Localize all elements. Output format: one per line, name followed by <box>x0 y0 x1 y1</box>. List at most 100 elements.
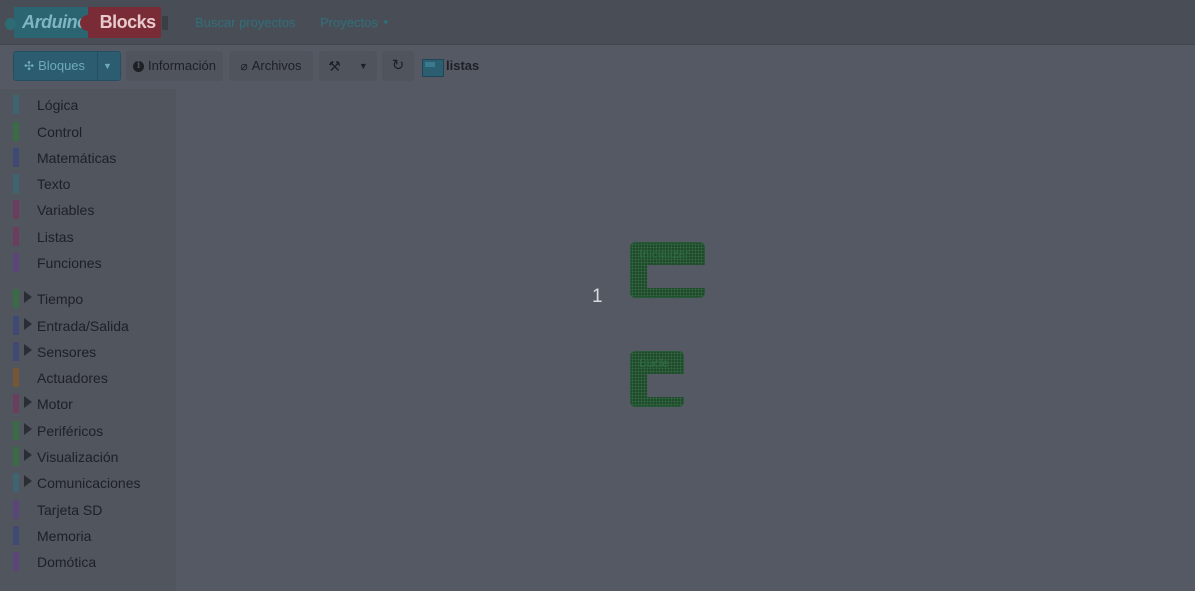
category-color-bar <box>13 342 19 361</box>
info-button[interactable]: i Información <box>126 51 223 81</box>
loop-block[interactable]: Bucle <box>630 351 686 407</box>
category-label: Listas <box>37 229 74 245</box>
puzzle-icon: ✣ <box>24 59 35 73</box>
blocks-button[interactable]: ✣ Bloques ▼ <box>13 51 121 81</box>
setup-block-label: Inicializar <box>639 247 690 261</box>
expand-arrow-icon[interactable] <box>24 344 32 356</box>
sidebar-category-15[interactable]: Comunicaciones <box>0 472 176 492</box>
sidebar-category-17[interactable]: Memoria <box>0 525 176 545</box>
category-label: Actuadores <box>37 370 108 386</box>
category-label: Control <box>37 124 83 140</box>
category-color-bar <box>13 95 19 114</box>
category-color-bar <box>13 447 19 466</box>
sidebar-category-11[interactable]: Actuadores <box>0 367 176 387</box>
project-thumbnail <box>422 59 444 77</box>
category-label: Sensores <box>37 344 97 360</box>
category-color-bar <box>13 473 19 492</box>
sidebar-category-9[interactable]: Entrada/Salida <box>0 315 176 335</box>
category-color-bar <box>13 253 19 272</box>
blocks-button-main[interactable]: ✣ Bloques <box>14 52 85 80</box>
sidebar-category-2[interactable]: Control <box>0 121 176 141</box>
sidebar-category-13[interactable]: Periféricos <box>0 420 176 440</box>
sidebar-category-18[interactable]: Domótica <box>0 551 176 571</box>
category-label: Comunicaciones <box>37 475 141 491</box>
logo-text-left: Arduino <box>14 7 88 38</box>
expand-arrow-icon[interactable] <box>24 291 32 303</box>
blocks-dropdown-caret-icon[interactable]: ▼ <box>103 52 112 80</box>
category-color-bar <box>13 122 19 141</box>
sidebar-category-4[interactable]: Texto <box>0 173 176 193</box>
project-info[interactable]: listas <box>422 52 522 78</box>
sidebar-category-12[interactable]: Motor <box>0 393 176 413</box>
nav-search-projects[interactable]: Buscar proyectos <box>195 15 295 30</box>
sidebar-category-8[interactable]: Tiempo <box>0 288 176 308</box>
blocks-workspace[interactable] <box>176 89 1195 591</box>
toolbar: ✣ Bloques ▼ i Información ⌀ Archivos ⚒ ▼… <box>0 45 1195 85</box>
sidebar-category-6[interactable]: Listas <box>0 226 176 246</box>
sidebar-category-3[interactable]: Matemáticas <box>0 147 176 167</box>
sidebar-category-5[interactable]: Variables <box>0 199 176 219</box>
app-logo[interactable]: Arduino Blocks <box>5 7 168 38</box>
logo-tail-icon <box>162 15 168 30</box>
paperclip-icon: ⌀ <box>240 59 248 73</box>
category-color-bar <box>13 289 19 308</box>
expand-arrow-icon[interactable] <box>24 423 32 435</box>
files-label: Archivos <box>251 58 302 73</box>
wrench-icon: ⚒ <box>328 58 341 74</box>
files-button[interactable]: ⌀ Archivos <box>229 51 313 81</box>
category-label: Motor <box>37 396 73 412</box>
category-color-bar <box>13 200 19 219</box>
category-label: Visualización <box>37 449 119 465</box>
category-color-bar <box>13 526 19 545</box>
refresh-icon: ↻ <box>391 57 405 74</box>
tools-dropdown-button[interactable]: ⚒ ▼ <box>319 51 377 81</box>
nav-projects-dropdown[interactable]: Proyectos ▼ <box>320 15 390 30</box>
category-color-bar <box>13 316 19 335</box>
block-count-badge: 1 <box>592 286 603 307</box>
blocks-label: Bloques <box>38 58 86 73</box>
logo-circle-icon <box>5 17 17 30</box>
category-color-bar <box>13 368 19 387</box>
expand-arrow-icon[interactable] <box>24 475 32 487</box>
caret-down-icon: ▼ <box>381 18 390 27</box>
category-color-bar <box>13 174 19 193</box>
category-label: Periféricos <box>37 423 104 439</box>
sidebar-category-16[interactable]: Tarjeta SD <box>0 499 176 519</box>
sidebar-category-10[interactable]: Sensores <box>0 341 176 361</box>
setup-block-slot <box>647 265 707 288</box>
category-color-bar <box>13 500 19 519</box>
sidebar-category-1[interactable]: Lógica <box>0 94 176 114</box>
category-label: Memoria <box>37 528 92 544</box>
info-icon: i <box>133 60 145 72</box>
category-color-bar <box>13 552 19 571</box>
category-color-bar <box>13 227 19 246</box>
category-color-bar <box>13 148 19 167</box>
category-label: Funciones <box>37 255 102 271</box>
refresh-button[interactable]: ↻ <box>382 51 414 81</box>
expand-arrow-icon[interactable] <box>24 449 32 461</box>
tools-caret-icon: ▼ <box>358 61 368 71</box>
category-label: Tiempo <box>37 291 84 307</box>
sidebar-category-14[interactable]: Visualización <box>0 446 176 466</box>
top-navbar: Arduino Blocks Buscar proyectos Proyecto… <box>0 0 1195 45</box>
loop-block-slot <box>647 374 686 397</box>
category-color-bar <box>13 394 19 413</box>
sidebar-category-7[interactable]: Funciones <box>0 252 176 272</box>
blocks-separator <box>97 52 98 80</box>
expand-arrow-icon[interactable] <box>24 396 32 408</box>
project-name: listas <box>446 58 480 73</box>
info-label: Información <box>148 58 216 73</box>
nav-projects-label: Proyectos <box>320 15 378 30</box>
category-label: Tarjeta SD <box>37 502 103 518</box>
setup-block[interactable]: Inicializar <box>630 242 707 298</box>
category-label: Texto <box>37 176 71 192</box>
expand-arrow-icon[interactable] <box>24 318 32 330</box>
category-label: Matemáticas <box>37 150 117 166</box>
category-label: Variables <box>37 202 95 218</box>
category-color-bar <box>13 421 19 440</box>
loop-block-label: Bucle <box>639 356 670 370</box>
category-label: Domótica <box>37 554 97 570</box>
category-label: Lógica <box>37 97 79 113</box>
blocks-category-sidebar: Lógica Control Matemáticas Texto Variables Li… <box>0 89 176 591</box>
category-label: Entrada/Salida <box>37 318 129 334</box>
